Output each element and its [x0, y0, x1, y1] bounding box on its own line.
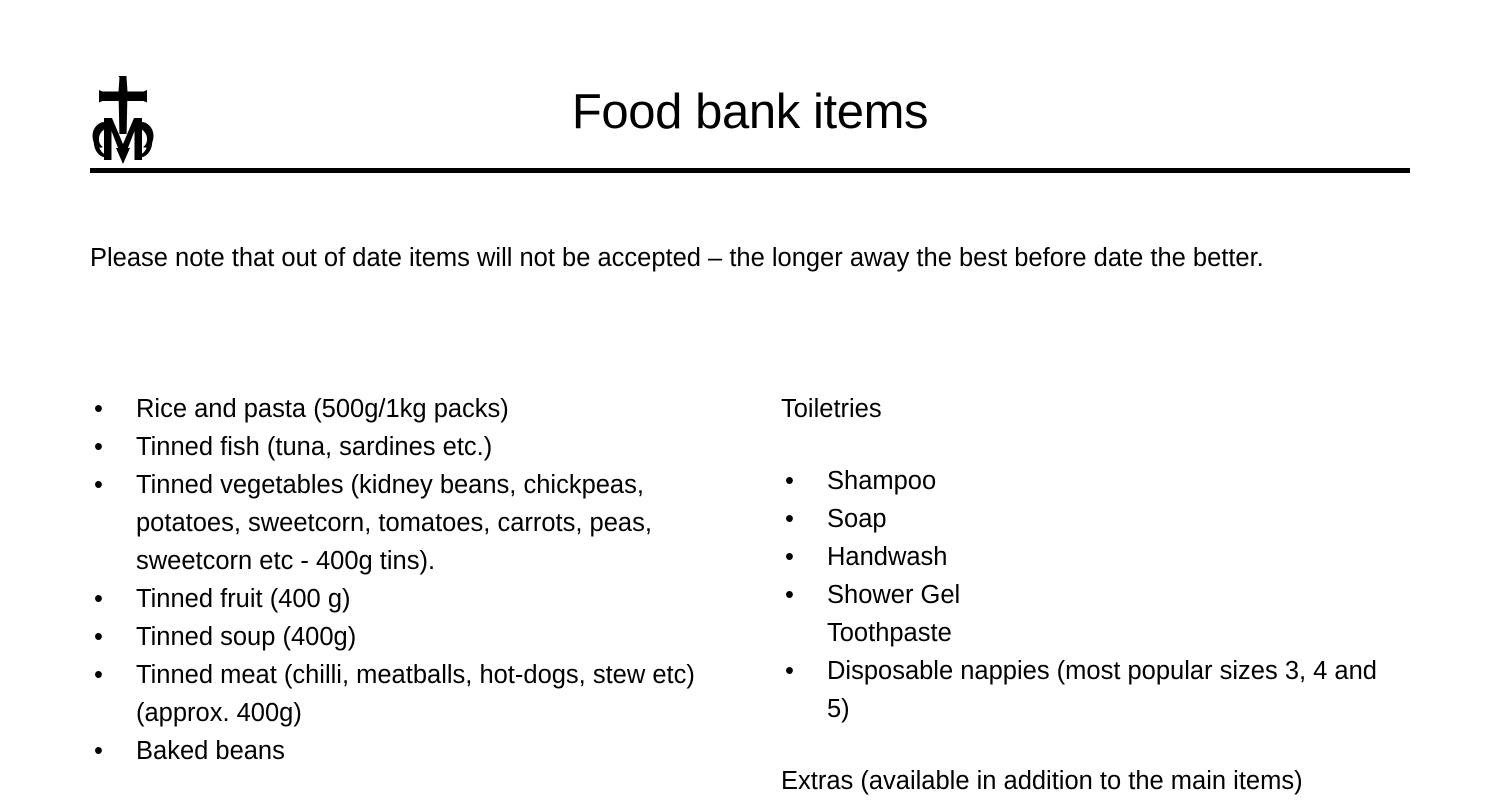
page-title: Food bank items	[571, 85, 929, 139]
header-divider	[90, 168, 1410, 173]
list-item: Disposable nappies (most popular sizes 3…	[781, 652, 1401, 728]
intro-paragraph: Please note that out of date items will …	[90, 244, 1264, 272]
list-item: Tinned fish (tuna, sardines etc.)	[90, 428, 710, 466]
document-page: Food bank items Please note that out of …	[0, 0, 1500, 795]
list-item: Tinned vegetables (kidney beans, chickpe…	[90, 466, 710, 580]
toiletries-list: Shampoo Soap Handwash Shower Gel Toothpa…	[781, 462, 1401, 728]
food-items-list: Rice and pasta (500g/1kg packs) Tinned f…	[90, 390, 710, 770]
column-food-items: Rice and pasta (500g/1kg packs) Tinned f…	[90, 390, 710, 770]
list-item: Baked beans	[90, 732, 710, 770]
list-item: Shampoo	[781, 462, 1401, 500]
document-header: Food bank items	[90, 62, 1410, 172]
extras-heading: Extras (available in addition to the mai…	[781, 767, 1303, 795]
list-item: Soap	[781, 500, 1401, 538]
list-item: Rice and pasta (500g/1kg packs)	[90, 390, 710, 428]
list-item: Handwash	[781, 538, 1401, 576]
toiletries-heading: Toiletries	[781, 395, 882, 423]
list-item: Tinned soup (400g)	[90, 618, 710, 656]
list-item: Toothpaste	[827, 619, 952, 647]
list-item: Tinned meat (chilli, meatballs, hot-dogs…	[90, 656, 710, 732]
column-toiletries: Toiletries Shampoo Soap Handwash Shower …	[781, 390, 1401, 800]
list-item: Shower Gel	[781, 576, 1401, 614]
list-item: Tinned fruit (400 g)	[90, 580, 710, 618]
